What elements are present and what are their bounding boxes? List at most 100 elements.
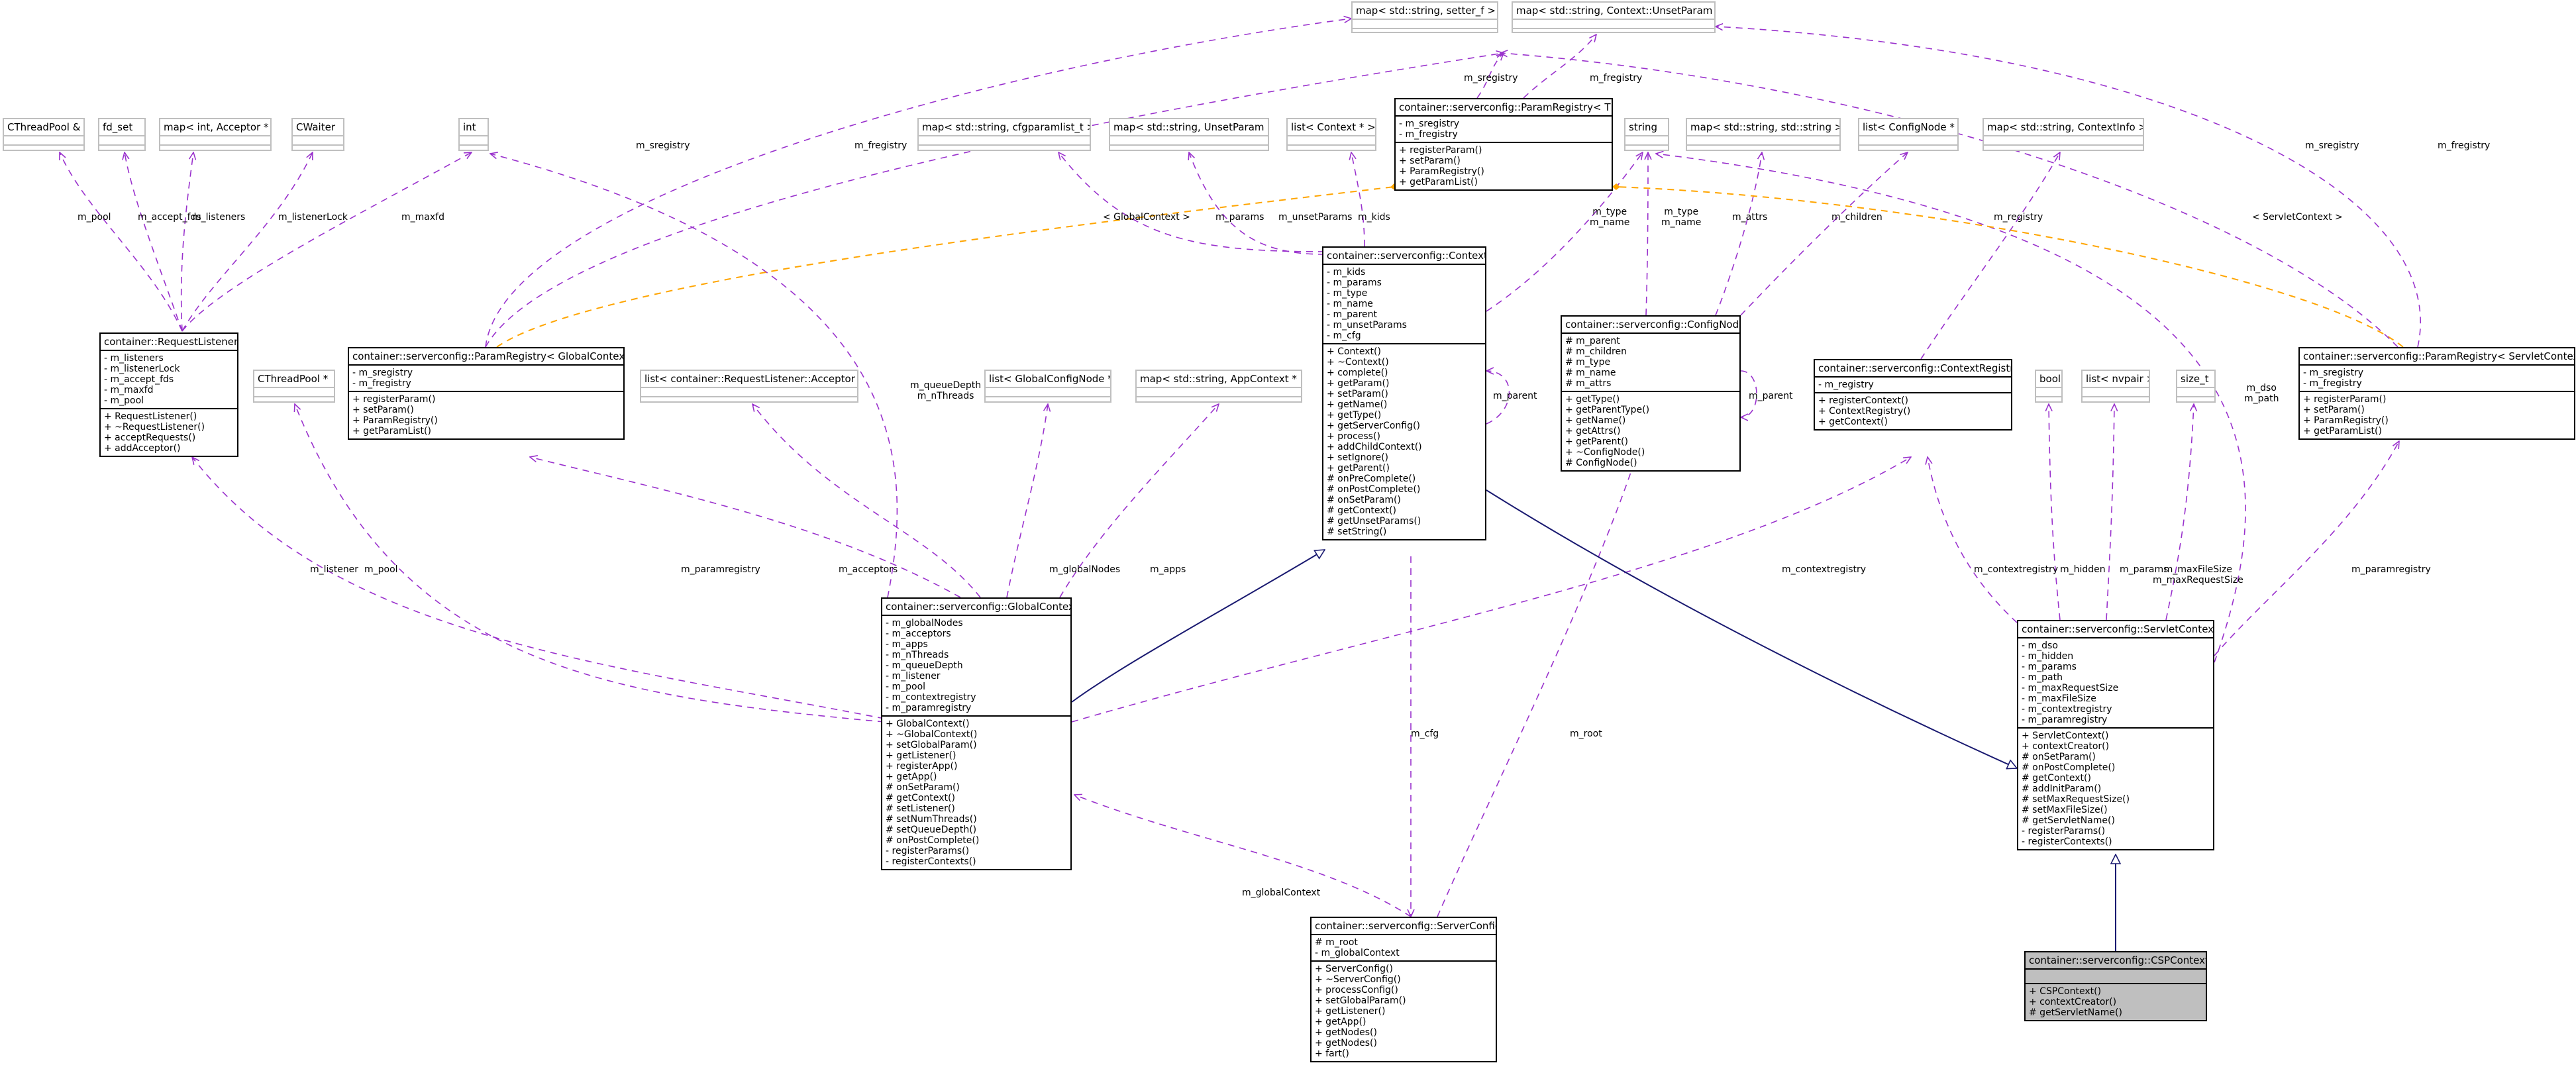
class-box-requestlistener[interactable]: container::RequestListener - m_listeners -…	[99, 332, 238, 457]
attribute-line: - m_paramregistry	[2022, 715, 2108, 725]
edge-label: m_maxfd	[401, 212, 444, 223]
edge-label: m_pool	[77, 212, 111, 223]
class-title: map< std::string, std::string >	[1690, 121, 1839, 133]
class-box-int[interactable]: int	[458, 118, 489, 151]
class-box-cthreadpool-ref[interactable]: CThreadPool &	[3, 118, 85, 151]
class-box-map-unsetparam[interactable]: map< std::string, UnsetParam >	[1109, 118, 1269, 151]
class-box-map-setter[interactable]: map< std::string, setter_f >	[1351, 1, 1498, 33]
dependency-edge	[1500, 53, 2398, 348]
class-title: container::serverconfig::ServerConfig	[1315, 920, 1496, 932]
attribute-section	[460, 135, 488, 144]
class-box-paramreg-t[interactable]: container::serverconfig::ParamRegistry< …	[1394, 98, 1613, 191]
attribute-line: # m_type	[1565, 357, 1611, 368]
attribute-line: - m_type	[1327, 288, 1368, 299]
class-title: container::serverconfig::GlobalContext	[886, 601, 1070, 613]
class-box-globalcontext[interactable]: container::serverconfig::GlobalContext- …	[881, 597, 1072, 870]
class-box-list-acceptor[interactable]: list< container::RequestListener::Accept…	[640, 370, 858, 403]
class-title: bool	[2039, 373, 2061, 385]
method-section	[2083, 396, 2149, 405]
method-line: # ConfigNode()	[1565, 458, 1637, 468]
class-box-fd-set[interactable]: fd_set	[98, 118, 146, 151]
edge-label: < ServletContext >	[2252, 212, 2343, 223]
attribute-section	[2083, 387, 2149, 396]
attribute-line: - m_path	[2022, 672, 2063, 683]
class-box-map-acceptor[interactable]: map< int, Acceptor * >	[159, 118, 272, 151]
class-box-context[interactable]: container::serverconfig::Context - m_kids…	[1322, 246, 1486, 540]
class-box-cwaiter[interactable]: CWaiter	[291, 118, 344, 151]
class-box-list-globalnode[interactable]: list< GlobalConfigNode * >	[984, 370, 1111, 403]
attribute-line: - m_maxFileSize	[2022, 693, 2096, 704]
dependency-edge	[125, 152, 183, 332]
edge-label: m_parent	[1749, 391, 1793, 401]
method-section	[2036, 396, 2061, 405]
method-line: # onPreComplete()	[1327, 474, 1416, 484]
attribute-section	[986, 387, 1110, 396]
class-box-size-t[interactable]: size_t	[2176, 370, 2216, 403]
attribute-section	[254, 387, 334, 396]
edge-label: m_fregistry	[1590, 73, 1643, 83]
attribute-section	[1687, 135, 1839, 144]
method-line: + contextCreator()	[2029, 997, 2117, 1007]
method-line: + getParentType()	[1565, 405, 1650, 415]
method-section: + ServerConfig() + ~ServerConfig() + proce…	[1312, 960, 1496, 1061]
method-line: # setMaxRequestSize()	[2022, 794, 2130, 805]
dependency-edge	[180, 152, 193, 332]
method-line: + setParam()	[352, 405, 414, 415]
method-line: # onSetParam()	[1327, 495, 1401, 505]
class-box-map-cfgparam[interactable]: map< std::string, cfgparamlist_t >	[917, 118, 1091, 151]
edge-label: m_globalContext	[1242, 888, 1321, 898]
edge-label: m_contextregistry	[1782, 564, 1867, 575]
method-line: + getName()	[1327, 399, 1388, 410]
attribute-section	[1353, 19, 1497, 28]
method-line: # addInitParam()	[2022, 784, 2102, 794]
class-box-contextregistry[interactable]: container::serverconfig::ContextRegistry…	[1814, 359, 2012, 431]
method-line: + getParent()	[1565, 436, 1628, 447]
class-box-list-context[interactable]: list< Context * >	[1286, 118, 1376, 151]
attribute-line: - m_maxfd	[104, 385, 154, 395]
attribute-line: - m_listenerLock	[104, 364, 180, 374]
dependency-edge	[1715, 152, 1762, 316]
class-box-string[interactable]: string	[1624, 118, 1669, 151]
class-box-map-unset[interactable]: map< std::string, Context::UnsetParam >	[1512, 1, 1716, 33]
class-title: map< std::string, Context::UnsetParam >	[1516, 5, 1714, 17]
class-title: string	[1629, 121, 1658, 133]
class-box-map-contextinfo[interactable]: map< std::string, ContextInfo >	[1983, 118, 2144, 151]
attribute-line: - m_params	[1327, 278, 1382, 288]
attribute-section: - m_sregistry - m_fregistry	[2300, 364, 2574, 391]
class-title: list< container::RequestListener::Accept…	[644, 373, 857, 385]
method-section	[986, 396, 1110, 405]
edge-label: m_listenerLock	[278, 212, 348, 223]
method-section	[1687, 144, 1839, 154]
class-box-map-strstr[interactable]: map< std::string, std::string >	[1686, 118, 1841, 151]
edge-label: m_registry	[1994, 212, 2043, 223]
class-box-bool[interactable]: bool	[2035, 370, 2063, 403]
method-line: + setGlobalParam()	[1315, 995, 1406, 1006]
class-box-cspcontext[interactable]: container::serverconfig::CSPContext + CSP…	[2024, 951, 2207, 1021]
method-line: + getParamList()	[1399, 177, 1478, 187]
attribute-line: - m_acceptors	[886, 629, 951, 639]
method-line: # setQueueDepth()	[886, 825, 977, 835]
class-box-paramreg-servlet[interactable]: container::serverconfig::ParamRegistry< …	[2298, 347, 2575, 440]
attribute-section: - m_listeners - m_listenerLock - m_accept_…	[101, 350, 237, 408]
class-box-paramreg-global[interactable]: container::serverconfig::ParamRegistry< …	[348, 347, 625, 440]
method-line: + getParamList()	[352, 426, 431, 436]
edge-label: m_listeners	[192, 212, 246, 223]
edge-label: m_apps	[1150, 564, 1186, 575]
class-box-servletcontext[interactable]: container::serverconfig::ServletContext -…	[2017, 620, 2214, 850]
class-box-confignode[interactable]: container::serverconfig::ConfigNode # m_p…	[1561, 315, 1741, 472]
class-box-cthreadpool-ptr[interactable]: CThreadPool *	[253, 370, 335, 403]
attribute-section	[4, 135, 83, 144]
method-line: + setParam()	[1399, 156, 1461, 166]
attribute-section	[1625, 135, 1668, 144]
class-box-serverconfig[interactable]: container::serverconfig::ServerConfig # m…	[1310, 917, 1497, 1062]
class-box-list-nvpair[interactable]: list< nvpair >	[2081, 370, 2150, 403]
class-box-map-appcontext[interactable]: map< std::string, AppContext * >	[1135, 370, 1302, 403]
method-line: + getParent()	[1327, 463, 1390, 474]
dependency-edge	[192, 457, 885, 719]
method-section	[919, 144, 1090, 154]
method-line: # setMaxFileSize()	[2022, 805, 2108, 815]
edge-label: m_acceptors	[839, 564, 898, 575]
method-section: + registerParam() + setParam() + ParamRegi…	[349, 391, 623, 438]
method-line: + getNodes()	[1315, 1027, 1377, 1038]
class-box-list-confignode[interactable]: list< ConfigNode * >	[1858, 118, 1959, 151]
